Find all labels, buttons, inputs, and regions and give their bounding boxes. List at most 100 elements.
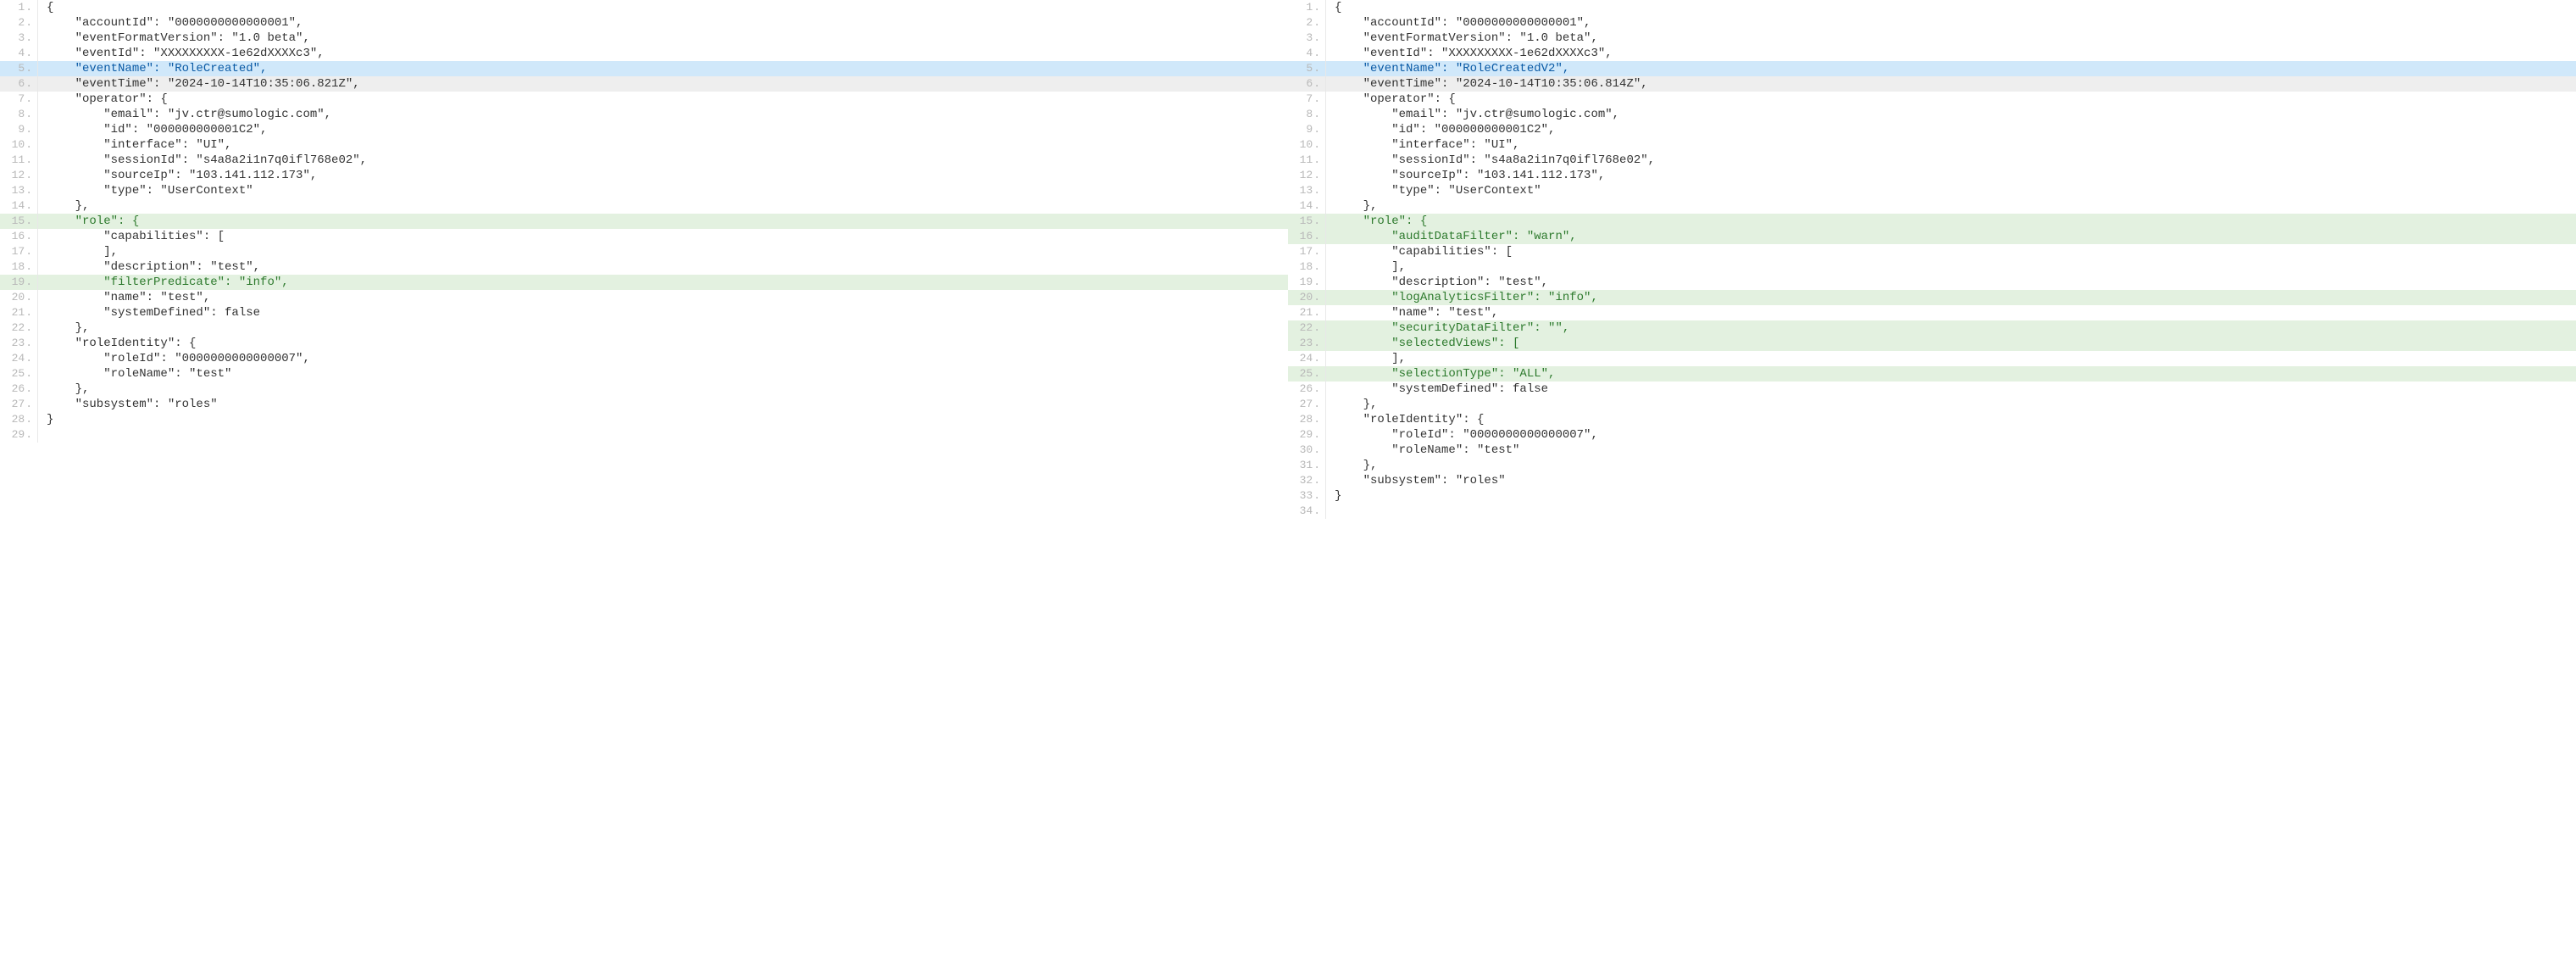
code-line: 1{: [0, 0, 1288, 15]
gutter-separator: [37, 183, 38, 198]
code-line: 11 "sessionId": "s4a8a2i1n7q0ifl768e02",: [1288, 153, 2576, 168]
line-number: 21: [1288, 305, 1325, 320]
line-content: "role": {: [1335, 214, 2576, 229]
gutter-separator: [37, 290, 38, 305]
line-content: },: [47, 198, 1288, 214]
gutter-separator: [37, 198, 38, 214]
line-content: "subsystem": "roles": [1335, 473, 2576, 488]
code-line: 19 "description": "test",: [1288, 275, 2576, 290]
gutter-separator: [37, 15, 38, 31]
code-line: 23 "selectedViews": [: [1288, 336, 2576, 351]
line-number: 29: [1288, 427, 1325, 443]
line-content: "eventTime": "2024-10-14T10:35:06.814Z",: [1335, 76, 2576, 92]
line-number: 7: [1288, 92, 1325, 107]
line-content: "description": "test",: [47, 259, 1288, 275]
line-content: "role": {: [47, 214, 1288, 229]
code-line: 26 "systemDefined": false: [1288, 382, 2576, 397]
line-number: 11: [1288, 153, 1325, 168]
gutter-separator: [37, 397, 38, 412]
line-content: "id": "000000000001C2",: [1335, 122, 2576, 137]
line-number: 14: [0, 198, 37, 214]
code-line: 24 ],: [1288, 351, 2576, 366]
line-number: 27: [1288, 397, 1325, 412]
line-number: 19: [0, 275, 37, 290]
line-content: "eventName": "RoleCreatedV2",: [1335, 61, 2576, 76]
line-content: },: [47, 320, 1288, 336]
code-line: 13 "type": "UserContext": [0, 183, 1288, 198]
code-line: 33}: [1288, 488, 2576, 504]
diff-panel-left: 1{2 "accountId": "0000000000000001",3 "e…: [0, 0, 1288, 519]
line-number: 28: [1288, 412, 1325, 427]
code-line: 8 "email": "jv.ctr@sumologic.com",: [1288, 107, 2576, 122]
gutter-separator: [1325, 214, 1326, 229]
line-content: "sourceIp": "103.141.112.173",: [47, 168, 1288, 183]
line-number: 9: [0, 122, 37, 137]
gutter-separator: [1325, 412, 1326, 427]
code-line: 10 "interface": "UI",: [1288, 137, 2576, 153]
gutter-separator: [1325, 351, 1326, 366]
gutter-separator: [1325, 397, 1326, 412]
line-content: "systemDefined": false: [47, 305, 1288, 320]
line-content: "eventTime": "2024-10-14T10:35:06.821Z",: [47, 76, 1288, 92]
line-number: 27: [0, 397, 37, 412]
line-content: "accountId": "0000000000000001",: [47, 15, 1288, 31]
line-content: "roleId": "0000000000000007",: [1335, 427, 2576, 443]
code-line: 13 "type": "UserContext": [1288, 183, 2576, 198]
line-number: 16: [1288, 229, 1325, 244]
code-line: 12 "sourceIp": "103.141.112.173",: [0, 168, 1288, 183]
line-number: 25: [0, 366, 37, 382]
code-line: 25 "selectionType": "ALL",: [1288, 366, 2576, 382]
line-content: "type": "UserContext": [1335, 183, 2576, 198]
line-content: "eventFormatVersion": "1.0 beta",: [47, 31, 1288, 46]
line-content: "type": "UserContext": [47, 183, 1288, 198]
code-line: 26 },: [0, 382, 1288, 397]
gutter-separator: [1325, 76, 1326, 92]
line-number: 20: [1288, 290, 1325, 305]
line-number: 33: [1288, 488, 1325, 504]
code-line: 14 },: [1288, 198, 2576, 214]
code-line: 19 "filterPredicate": "info",: [0, 275, 1288, 290]
code-line: 18 "description": "test",: [0, 259, 1288, 275]
code-line: 29: [0, 427, 1288, 443]
code-line: 25 "roleName": "test": [0, 366, 1288, 382]
line-content: "filterPredicate": "info",: [47, 275, 1288, 290]
code-line: 16 "capabilities": [: [0, 229, 1288, 244]
line-number: 32: [1288, 473, 1325, 488]
line-content: "eventId": "XXXXXXXXX-1e62dXXXXc3",: [1335, 46, 2576, 61]
line-number: 23: [1288, 336, 1325, 351]
gutter-separator: [1325, 137, 1326, 153]
line-content: "name": "test",: [47, 290, 1288, 305]
line-number: 13: [1288, 183, 1325, 198]
gutter-separator: [37, 336, 38, 351]
gutter-separator: [37, 382, 38, 397]
line-content: "interface": "UI",: [47, 137, 1288, 153]
line-content: ],: [1335, 351, 2576, 366]
line-number: 24: [1288, 351, 1325, 366]
line-number: 3: [1288, 31, 1325, 46]
line-number: 18: [0, 259, 37, 275]
gutter-separator: [1325, 305, 1326, 320]
code-line: 31 },: [1288, 458, 2576, 473]
gutter-separator: [37, 46, 38, 61]
line-content: "operator": {: [47, 92, 1288, 107]
line-number: 10: [1288, 137, 1325, 153]
line-content: "email": "jv.ctr@sumologic.com",: [47, 107, 1288, 122]
line-content: "capabilities": [: [47, 229, 1288, 244]
line-content: "roleIdentity": {: [47, 336, 1288, 351]
gutter-separator: [1325, 61, 1326, 76]
line-content: "accountId": "0000000000000001",: [1335, 15, 2576, 31]
gutter-separator: [1325, 336, 1326, 351]
gutter-separator: [1325, 229, 1326, 244]
line-number: 8: [0, 107, 37, 122]
line-content: "sessionId": "s4a8a2i1n7q0ifl768e02",: [1335, 153, 2576, 168]
line-number: 2: [0, 15, 37, 31]
line-number: 8: [1288, 107, 1325, 122]
gutter-separator: [1325, 382, 1326, 397]
line-content: "id": "000000000001C2",: [47, 122, 1288, 137]
line-content: "eventName": "RoleCreated",: [47, 61, 1288, 76]
code-line: 21 "name": "test",: [1288, 305, 2576, 320]
code-line: 16 "auditDataFilter": "warn",: [1288, 229, 2576, 244]
gutter-separator: [37, 31, 38, 46]
line-content: [47, 427, 1288, 443]
line-number: 6: [1288, 76, 1325, 92]
